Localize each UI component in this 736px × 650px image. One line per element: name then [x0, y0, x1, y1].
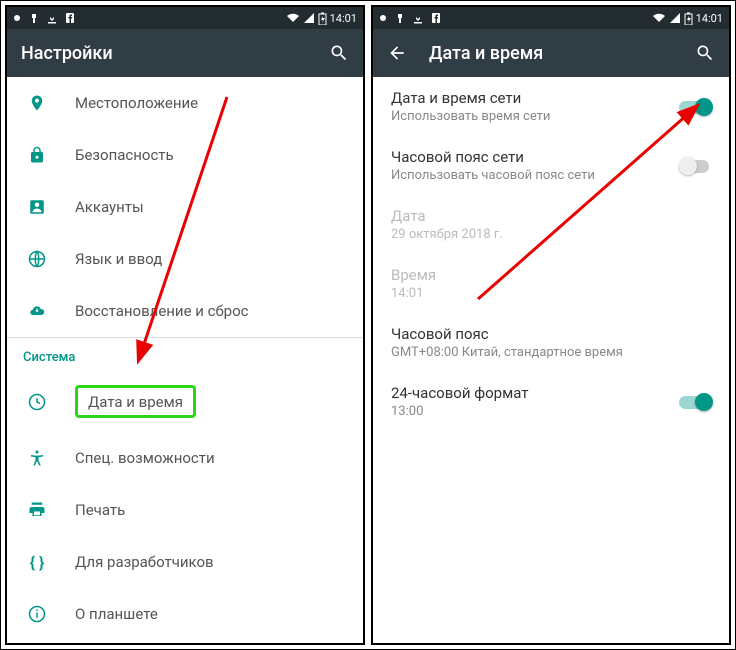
- item-language[interactable]: Язык и ввод: [7, 233, 363, 285]
- row-sub: 29 октября 2018 г.: [391, 227, 711, 242]
- phone-right: 14:01 Дата и время Дата и время сети Исп…: [371, 5, 731, 645]
- item-print[interactable]: Печать: [7, 484, 363, 536]
- highlight-datetime: Дата и время: [75, 385, 196, 418]
- row-sub: Использовать часовой пояс сети: [391, 168, 711, 183]
- item-security[interactable]: Безопасность: [7, 129, 363, 181]
- datetime-settings: Дата и время сети Использовать время сет…: [373, 77, 729, 643]
- item-dev[interactable]: { } Для разработчиков: [7, 536, 363, 588]
- search-icon[interactable]: [695, 43, 715, 63]
- row-title: Часовой пояс сети: [391, 148, 711, 166]
- row-sub: Использовать время сети: [391, 109, 711, 124]
- item-label: О планшете: [75, 605, 158, 623]
- download-icon: [47, 12, 57, 24]
- item-backup[interactable]: Восстановление и сброс: [7, 285, 363, 337]
- item-accounts[interactable]: Аккаунты: [7, 181, 363, 233]
- item-label: Спец. возможности: [75, 449, 215, 467]
- search-icon[interactable]: [329, 43, 349, 63]
- status-time: 14:01: [330, 12, 357, 25]
- row-title: Дата и время сети: [391, 89, 711, 107]
- bullet-icon: [379, 12, 387, 24]
- clock-icon: [23, 393, 51, 411]
- lock-icon: [23, 145, 51, 165]
- status-time: 14:01: [696, 12, 723, 25]
- app-bar: Дата и время: [373, 29, 729, 77]
- row-title: Дата: [391, 207, 711, 225]
- app-title: Дата и время: [429, 43, 543, 64]
- row-network-time[interactable]: Дата и время сети Использовать время сет…: [373, 77, 729, 136]
- key-icon: [29, 12, 39, 24]
- item-label: Безопасность: [75, 146, 174, 164]
- item-label: Печать: [75, 501, 125, 519]
- bullet-icon: [13, 12, 21, 24]
- facebook-icon: [431, 12, 441, 24]
- row-tz[interactable]: Часовой пояс GMT+08:00 Китай, стандартно…: [373, 313, 729, 372]
- battery-icon: [684, 12, 693, 25]
- item-label: Язык и ввод: [75, 250, 162, 268]
- cloud-icon: [23, 303, 51, 319]
- phone-left: 14:01 Настройки Местоположение Безопасно…: [5, 5, 365, 645]
- toggle-network-time[interactable]: [679, 98, 713, 116]
- row-sub: 13:00: [391, 404, 711, 419]
- back-button[interactable]: [387, 43, 407, 63]
- wifi-icon: [652, 12, 666, 24]
- row-date: Дата 29 октября 2018 г.: [373, 195, 729, 254]
- item-label: Аккаунты: [75, 198, 144, 216]
- item-label: Для разработчиков: [75, 553, 214, 571]
- row-title: Время: [391, 266, 711, 284]
- location-icon: [23, 92, 51, 114]
- section-system: Система: [7, 337, 363, 371]
- person-icon: [23, 197, 51, 217]
- item-about[interactable]: О планшете: [7, 588, 363, 640]
- item-label: Дата и время: [88, 393, 183, 411]
- app-title: Настройки: [21, 43, 113, 64]
- globe-icon: [23, 250, 51, 268]
- row-sub: GMT+08:00 Китай, стандартное время: [391, 345, 711, 360]
- status-bar: 14:01: [7, 7, 363, 29]
- item-datetime[interactable]: Дата и время: [7, 371, 363, 432]
- wifi-icon: [286, 12, 300, 24]
- toggle-network-tz[interactable]: [679, 157, 713, 175]
- row-sub: 14:01: [391, 286, 711, 301]
- item-label: Местоположение: [75, 94, 198, 112]
- toggle-24h[interactable]: [679, 393, 713, 411]
- settings-list: Местоположение Безопасность Аккаунты Язы…: [7, 77, 363, 643]
- item-location[interactable]: Местоположение: [7, 77, 363, 129]
- signal-icon: [669, 12, 681, 24]
- key-icon: [395, 12, 405, 24]
- row-title: Часовой пояс: [391, 325, 711, 343]
- download-icon: [413, 12, 423, 24]
- accessibility-icon: [23, 448, 51, 468]
- braces-icon: { }: [23, 553, 51, 572]
- item-label: Восстановление и сброс: [75, 302, 248, 320]
- info-icon: [23, 605, 51, 623]
- row-network-tz[interactable]: Часовой пояс сети Использовать часовой п…: [373, 136, 729, 195]
- print-icon: [23, 501, 51, 519]
- app-bar: Настройки: [7, 29, 363, 77]
- item-accessibility[interactable]: Спец. возможности: [7, 432, 363, 484]
- facebook-icon: [65, 12, 75, 24]
- row-time: Время 14:01: [373, 254, 729, 313]
- row-title: 24-часовой формат: [391, 384, 711, 402]
- row-24h[interactable]: 24-часовой формат 13:00: [373, 372, 729, 431]
- signal-icon: [303, 12, 315, 24]
- status-bar: 14:01: [373, 7, 729, 29]
- battery-icon: [318, 12, 327, 25]
